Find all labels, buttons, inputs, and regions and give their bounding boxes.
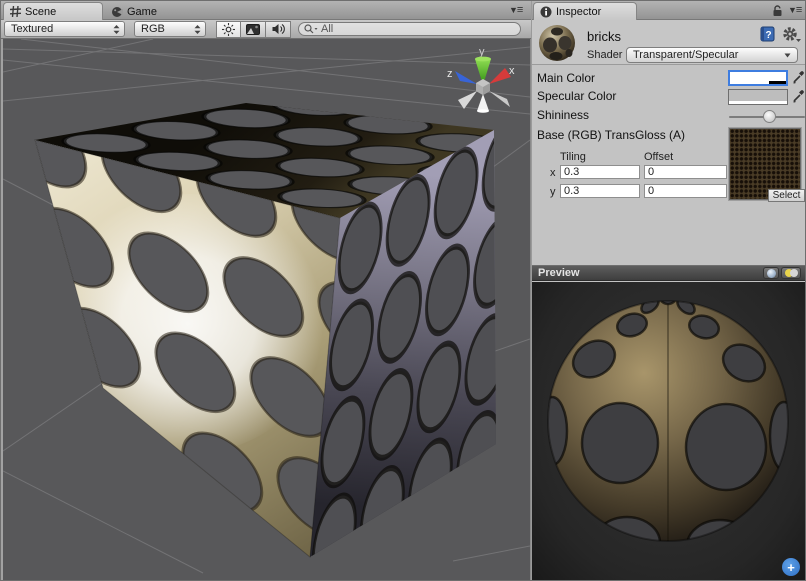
tiling-header: Tiling <box>560 151 586 163</box>
textured-cube[interactable] <box>3 93 530 580</box>
offset-y-input[interactable] <box>644 184 727 198</box>
inspector-tabbar: Inspector ▼≡ <box>532 1 806 20</box>
shininess-slider[interactable] <box>729 116 805 118</box>
shader-value: Transparent/Specular <box>633 49 738 61</box>
scene-audio-button[interactable] <box>266 21 291 38</box>
updown-chevron-icon <box>194 25 201 34</box>
scene-toolbar: Textured RGB <box>1 20 531 39</box>
y-row-label: y <box>550 186 556 198</box>
scene-overlay-button[interactable] <box>241 21 266 38</box>
tiling-x-input[interactable] <box>560 165 640 179</box>
gear-icon[interactable] <box>782 26 802 43</box>
main-color-swatch[interactable] <box>728 70 788 86</box>
tab-inspector-label: Inspector <box>556 6 601 18</box>
light-dot-icon <box>790 269 798 277</box>
render-mode-dropdown[interactable]: Textured <box>4 21 125 37</box>
tiling-y-input[interactable] <box>560 184 640 198</box>
help-book-icon[interactable]: ? <box>760 26 776 42</box>
specular-color-swatch[interactable] <box>728 89 788 105</box>
shader-dropdown[interactable]: Transparent/Specular <box>626 47 798 63</box>
x-axis-cone <box>489 68 511 84</box>
inspector-panel: Inspector ▼≡ <box>531 1 806 581</box>
sun-icon <box>222 23 235 36</box>
offset-x-input[interactable] <box>644 165 727 179</box>
shininess-label: Shininess <box>537 108 589 122</box>
gizmo-gray-cone <box>458 91 477 109</box>
preview-title: Preview <box>538 267 580 279</box>
x-row-label: x <box>550 167 556 179</box>
preview-lighting-button[interactable] <box>781 267 801 279</box>
render-mode-value: Textured <box>11 23 53 35</box>
gizmo-gray-cone <box>477 94 489 111</box>
tab-inspector[interactable]: Inspector <box>533 2 637 20</box>
preview-shape-button[interactable] <box>763 267 779 279</box>
scene-panel-menu-icon[interactable]: ▼≡ <box>509 4 523 16</box>
tab-scene[interactable]: Scene <box>3 2 103 20</box>
tab-scene-label: Scene <box>25 6 56 18</box>
chevron-down-icon <box>784 53 791 58</box>
main-color-eyedropper-icon[interactable] <box>792 70 805 84</box>
material-preview-area[interactable]: + <box>532 282 806 581</box>
shininess-thumb[interactable] <box>763 110 776 123</box>
scene-toggle-group <box>216 21 291 38</box>
lock-icon[interactable] <box>772 5 783 17</box>
specular-color-label: Specular Color <box>537 89 616 103</box>
plus-icon: + <box>787 560 795 575</box>
specular-eyedropper-icon[interactable] <box>792 89 805 103</box>
material-name: bricks <box>587 29 621 44</box>
main-color-label: Main Color <box>537 71 595 85</box>
inspector-panel-menu-icon[interactable]: ▼≡ <box>788 4 802 16</box>
material-header: bricks Shader Transparent/Specular ? <box>532 20 806 65</box>
game-icon <box>111 6 123 18</box>
orientation-gizmo[interactable]: y z x <box>447 46 515 113</box>
svg-text:?: ? <box>765 30 771 41</box>
preview-header[interactable]: Preview <box>532 265 806 281</box>
updown-chevron-icon <box>113 25 120 34</box>
scene-render: y z x <box>3 39 530 580</box>
base-map-label: Base (RGB) TransGloss (A) <box>537 128 685 142</box>
material-ball-icon <box>538 24 576 62</box>
gizmo-y-label: y <box>479 46 485 58</box>
gizmo-x-label: x <box>509 65 515 77</box>
channel-dropdown[interactable]: RGB <box>134 21 206 37</box>
gizmo-z-label: z <box>447 68 453 80</box>
speaker-icon <box>272 23 285 35</box>
preview-add-button[interactable]: + <box>782 558 800 576</box>
offset-header: Offset <box>644 151 673 163</box>
image-icon <box>246 24 260 35</box>
z-axis-cone <box>455 71 477 84</box>
info-icon <box>540 6 552 18</box>
channel-value: RGB <box>141 23 165 35</box>
scene-panel: Scene Game ▼≡ Textured RGB <box>1 1 531 581</box>
unity-editor-window: Scene Game ▼≡ Textured RGB <box>0 0 806 581</box>
preview-sphere-render <box>532 282 806 581</box>
search-icon <box>304 24 318 34</box>
sphere-icon <box>767 269 776 278</box>
scene-lighting-button[interactable] <box>216 21 241 38</box>
scene-tabbar: Scene Game ▼≡ <box>1 1 531 20</box>
shader-label: Shader <box>587 49 622 61</box>
scene-search-input[interactable]: All <box>298 22 521 36</box>
scene-viewport[interactable]: y z x <box>1 39 531 581</box>
texture-select-button[interactable]: Select <box>768 189 805 202</box>
search-filter-label: All <box>321 23 333 35</box>
tab-game[interactable]: Game <box>105 3 175 21</box>
tab-game-label: Game <box>127 6 157 18</box>
scene-grid-icon <box>10 6 21 17</box>
